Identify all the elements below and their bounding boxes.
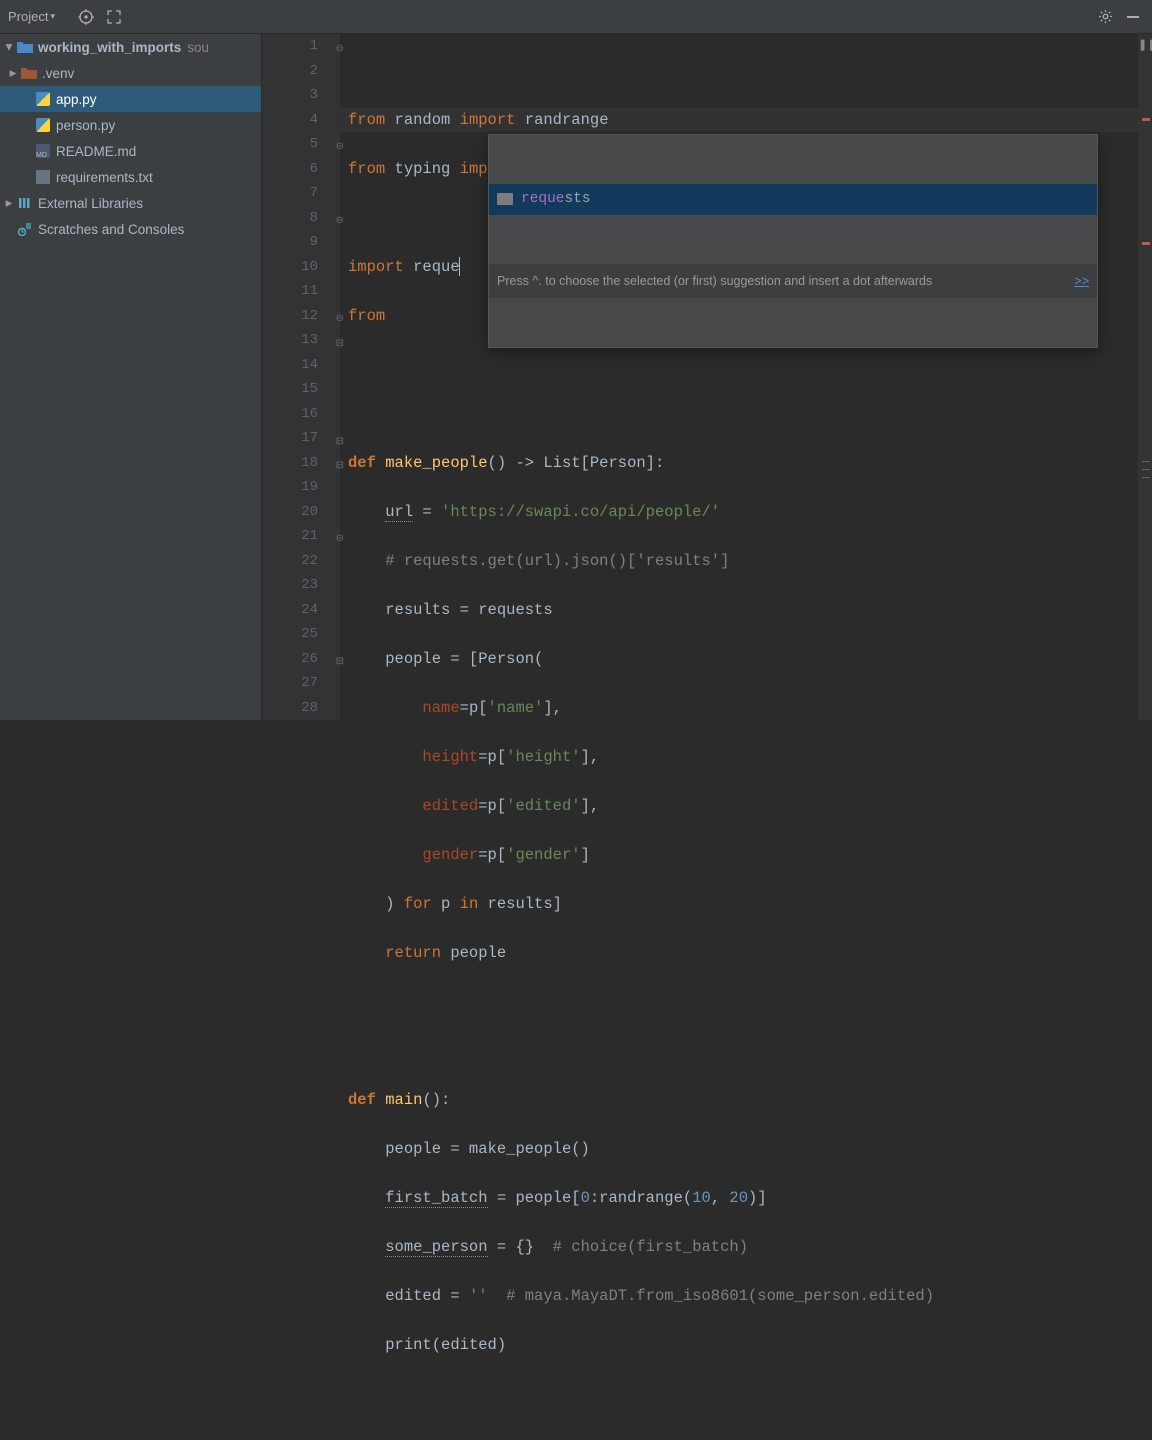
inspections-icon[interactable]: ❚❚ — [1138, 38, 1150, 50]
line-number: 16 — [262, 402, 318, 427]
line-number: 19 — [262, 475, 318, 500]
line-number: 3 — [262, 83, 318, 108]
chevron-down-icon[interactable]: ▾ — [2, 39, 16, 55]
tree-scratches[interactable]: Scratches and Consoles — [0, 216, 261, 242]
line-number: 14 — [262, 353, 318, 378]
tree-person[interactable]: person.py — [0, 112, 261, 138]
package-icon — [497, 193, 513, 205]
line-number: 11 — [262, 279, 318, 304]
chevron-right-icon[interactable]: ▸ — [2, 195, 16, 211]
tree-root-label: working_with_imports — [38, 40, 181, 55]
tree-app[interactable]: app.py — [0, 86, 261, 112]
line-number: 5 — [262, 132, 318, 157]
folder-icon — [16, 38, 34, 56]
error-stripe[interactable]: ❚❚ — — — — [1138, 34, 1152, 720]
line-number: 28 — [262, 696, 318, 721]
chevron-right-icon[interactable]: ▸ — [6, 65, 20, 81]
tree-venv[interactable]: ▸ .venv — [0, 60, 261, 86]
line-number: 23 — [262, 573, 318, 598]
line-number: 6 — [262, 157, 318, 182]
warning-marker[interactable]: — — [1142, 470, 1152, 485]
python-file-icon — [34, 90, 52, 108]
library-icon — [16, 194, 34, 212]
tree-readme[interactable]: README.md — [0, 138, 261, 164]
completion-hint: Press ^. to choose the selected (or firs… — [489, 264, 1097, 299]
tree-label: app.py — [56, 92, 97, 107]
tree-ext-libs[interactable]: ▸ External Libraries — [0, 190, 261, 216]
python-file-icon — [34, 116, 52, 134]
code-area[interactable]: from random import randrange from typing… — [340, 34, 1138, 720]
scratches-icon — [16, 220, 34, 238]
completion-matched: reque — [521, 191, 565, 207]
completion-popup[interactable]: requests Press ^. to choose the selected… — [488, 134, 1098, 348]
tree-root[interactable]: ▾ working_with_imports sou — [0, 34, 261, 60]
line-number: 17 — [262, 426, 318, 451]
line-number: 21 — [262, 524, 318, 549]
line-number: 20 — [262, 500, 318, 525]
completion-expand-link[interactable]: >> — [1074, 269, 1089, 294]
target-icon[interactable] — [75, 6, 97, 28]
folder-icon — [20, 64, 38, 82]
line-number: 26 — [262, 647, 318, 672]
project-label: Project — [8, 9, 48, 24]
project-tree: ▾ working_with_imports sou ▸ .venv app.p… — [0, 34, 262, 720]
text-caret — [459, 257, 460, 276]
line-number: 9 — [262, 230, 318, 255]
toolbar: Project ▾ — [0, 0, 1152, 34]
tree-label: Scratches and Consoles — [38, 222, 184, 237]
gear-icon[interactable] — [1094, 6, 1116, 28]
hide-icon[interactable] — [1122, 6, 1144, 28]
line-number: 1 — [262, 34, 318, 59]
completion-item[interactable]: requests — [489, 184, 1097, 215]
line-number: 24 — [262, 598, 318, 623]
line-number: 12 — [262, 304, 318, 329]
text-file-icon — [34, 168, 52, 186]
tree-label: External Libraries — [38, 196, 143, 211]
line-number: 27 — [262, 671, 318, 696]
line-number: 4 — [262, 108, 318, 133]
line-number: 22 — [262, 549, 318, 574]
completion-hint-text: Press ^. to choose the selected (or firs… — [497, 269, 932, 294]
line-number: 7 — [262, 181, 318, 206]
line-number: 10 — [262, 255, 318, 280]
error-marker[interactable] — [1142, 118, 1150, 121]
tree-label: README.md — [56, 144, 136, 159]
tree-label: requirements.txt — [56, 170, 153, 185]
markdown-file-icon — [34, 142, 52, 160]
line-gutter: ⊖ ⊖ ⊖ ⊖ ⊟ ⊟ ⊟ ⊖ ⊟ 1234567891011121314151… — [262, 34, 340, 720]
line-number: 18 — [262, 451, 318, 476]
project-tool-button[interactable]: Project ▾ — [8, 6, 55, 28]
tree-label: person.py — [56, 118, 115, 133]
error-marker[interactable] — [1142, 242, 1150, 245]
line-number: 8 — [262, 206, 318, 231]
line-number: 13 — [262, 328, 318, 353]
tree-reqs[interactable]: requirements.txt — [0, 164, 261, 190]
line-number: 25 — [262, 622, 318, 647]
editor[interactable]: ⊖ ⊖ ⊖ ⊖ ⊟ ⊟ ⊟ ⊖ ⊟ 1234567891011121314151… — [262, 34, 1152, 720]
chevron-down-icon: ▾ — [50, 12, 55, 22]
line-number: 15 — [262, 377, 318, 402]
completion-rest: sts — [565, 191, 591, 207]
tree-label: .venv — [42, 66, 74, 81]
main-area: ▾ working_with_imports sou ▸ .venv app.p… — [0, 34, 1152, 720]
expand-icon[interactable] — [103, 6, 125, 28]
tree-root-hint: sou — [187, 40, 209, 55]
line-number: 2 — [262, 59, 318, 84]
